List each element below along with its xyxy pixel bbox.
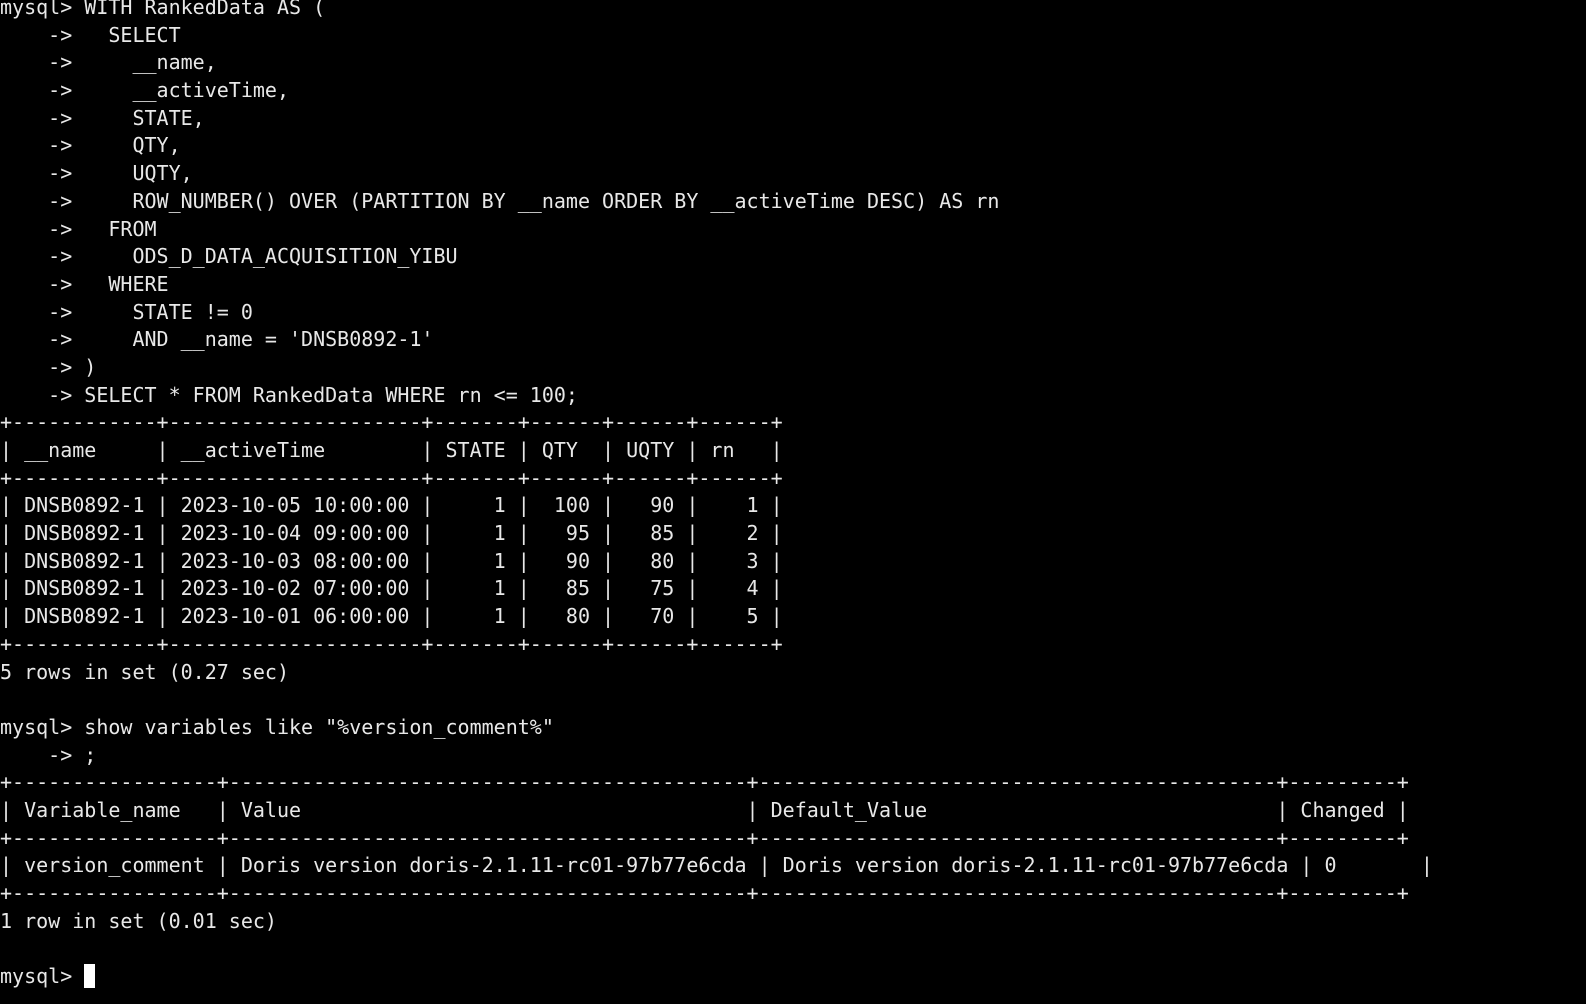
query-line: -> QTY, [0,133,181,158]
table-border: +-----------------+---------------------… [0,770,1409,795]
table-border: +-----------------+---------------------… [0,881,1409,905]
query-line: -> SELECT * FROM RankedData WHERE rn <= … [0,382,578,407]
table-row: | DNSB0892-1 | 2023-10-04 09:00:00 | 1 |… [0,521,783,546]
query-line: -> STATE, [0,105,205,130]
query-line: -> ODS_D_DATA_ACQUISITION_YIBU [0,244,458,269]
table-border: +------------+---------------------+----… [0,410,783,435]
table-border: +------------+---------------------+----… [0,631,783,656]
table-row: | version_comment | Doris version doris-… [0,853,1433,878]
table-row: | DNSB0892-1 | 2023-10-02 07:00:00 | 1 |… [0,576,783,601]
query-line: mysql> WITH RankedData AS ( [0,0,326,19]
table-row: | DNSB0892-1 | 2023-10-05 10:00:00 | 1 |… [0,493,783,518]
text-cursor [84,964,96,989]
query-line: -> FROM [0,216,157,241]
table-header-row: | __name | __activeTime | STATE | QTY | … [0,438,783,462]
query-line: -> SELECT [0,22,181,47]
table-border: +-----------------+---------------------… [0,825,1409,850]
query-line: -> UQTY, [0,161,193,186]
result-status: 1 row in set (0.01 sec) [0,908,277,933]
query-line: -> STATE != 0 [0,299,253,324]
table-row: | DNSB0892-1 | 2023-10-01 06:00:00 | 1 |… [0,604,783,629]
query-line: -> WHERE [0,271,169,296]
table-row: | DNSB0892-1 | 2023-10-03 08:00:00 | 1 |… [0,548,783,573]
terminal-window[interactable]: mysql> WITH RankedData AS ( -> SELECT ->… [0,0,1586,998]
command-input[interactable]: mysql> [0,963,1586,991]
query-line: -> ; [0,742,97,767]
prompt-label: mysql> [0,964,85,989]
query-line: -> ) [0,354,97,379]
query-line: -> __name, [0,50,217,75]
table-border: +------------+---------------------+----… [0,465,783,490]
query-line: mysql> show variables like "%version_com… [0,714,554,739]
query-line: -> ROW_NUMBER() OVER (PARTITION BY __nam… [0,188,1000,213]
query-line: -> __activeTime, [0,78,289,103]
query-line: -> AND __name = 'DNSB0892-1' [0,327,434,352]
result-status: 5 rows in set (0.27 sec) [0,659,289,684]
table-header-row: | Variable_name | Value | Default_Value … [0,797,1409,822]
